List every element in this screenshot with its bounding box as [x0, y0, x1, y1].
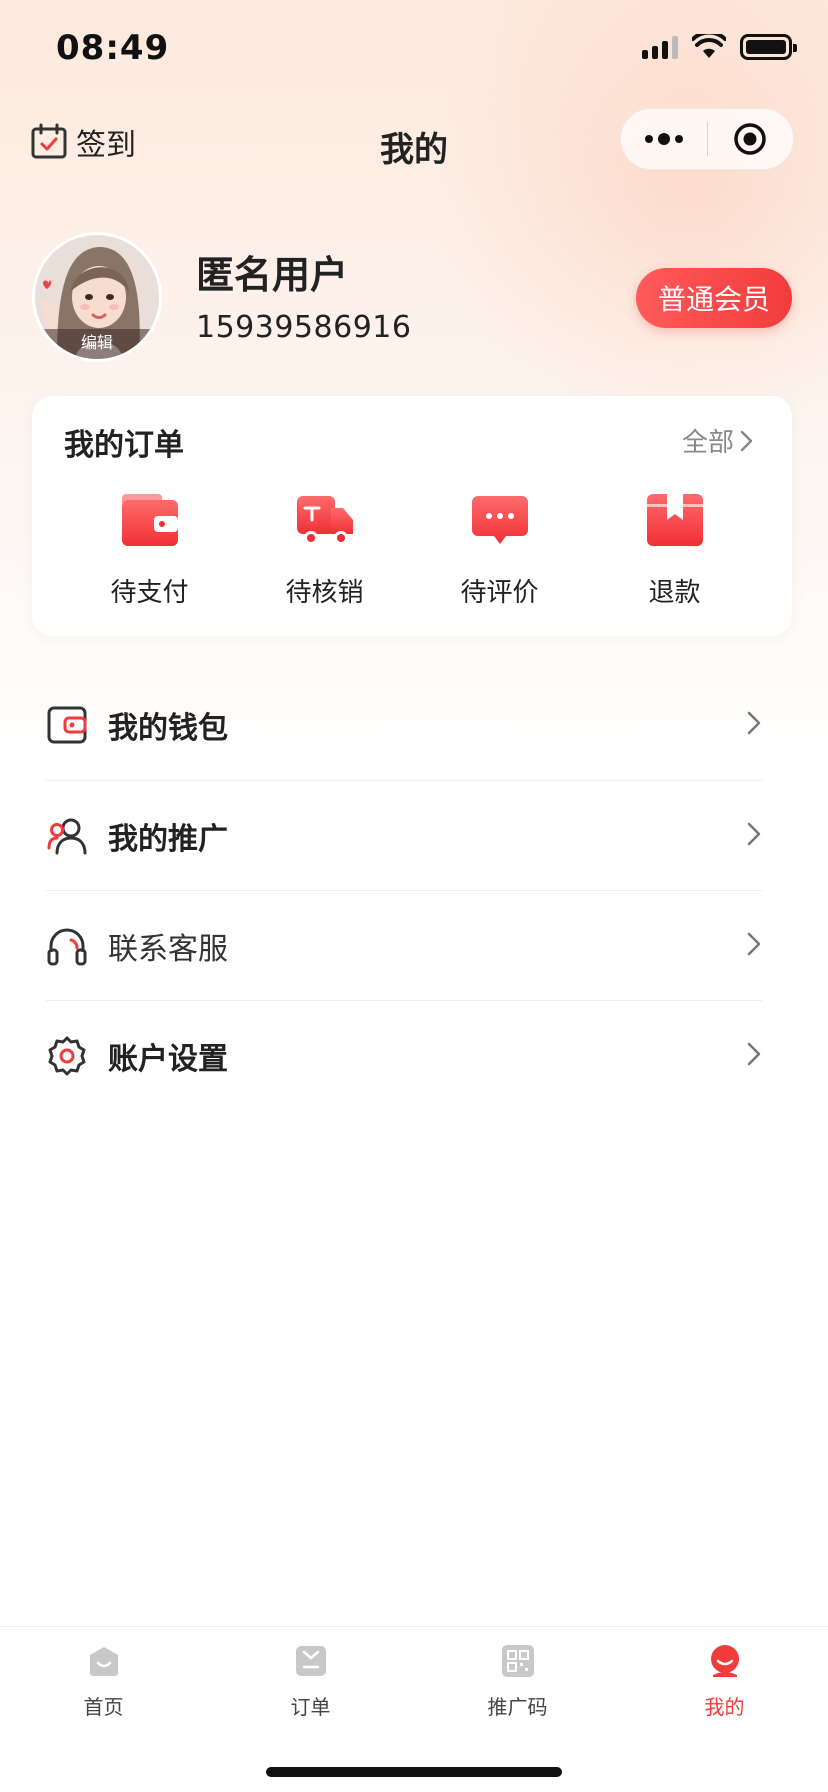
home-indicator [266, 1767, 562, 1777]
settings-gear-icon [48, 1036, 86, 1075]
menu-list: 我的钱包 我的推广 联系客服 账户设置 [46, 670, 762, 1110]
chevron-right-icon [740, 430, 753, 451]
order-status-list: 待支付 待核销 待评价 退款 [32, 488, 792, 618]
tab-home[interactable]: 首页 [0, 1627, 207, 1737]
orders-title: 我的订单 [64, 428, 184, 463]
order-item-label: 待评价 [460, 578, 539, 608]
order-item-label: 待核销 [285, 578, 364, 608]
chat-bubble-icon [471, 496, 528, 544]
more-dots-icon [644, 133, 683, 145]
avatar[interactable]: 编辑 [32, 232, 162, 362]
member-badge[interactable]: 普通会员 [636, 268, 792, 328]
menu-item-account-settings[interactable]: 账户设置 [46, 1000, 762, 1110]
menu-item-wallet[interactable]: 我的钱包 [46, 670, 762, 780]
wallet-outline-icon [47, 706, 87, 744]
menu-item-label: 我的钱包 [108, 711, 228, 746]
avatar-edit-label[interactable]: 编辑 [35, 329, 159, 359]
target-circle-icon [734, 123, 766, 155]
my-orders-card: 我的订单 全部 待支付 待核销 待评价 退款 [32, 396, 792, 636]
chevron-right-icon [747, 932, 761, 956]
user-name: 匿名用户 [196, 253, 349, 297]
order-icon [295, 1646, 326, 1676]
tab-label: 我的 [704, 1695, 745, 1719]
tab-label: 推广码 [487, 1695, 548, 1719]
wifi-icon [692, 34, 726, 58]
status-time: 08:49 [56, 28, 170, 68]
users-icon [47, 818, 87, 854]
box-icon [646, 494, 703, 546]
tab-orders[interactable]: 订单 [207, 1627, 414, 1737]
order-refund[interactable]: 退款 [605, 488, 745, 618]
battery-icon [740, 34, 797, 60]
qr-code-icon [501, 1645, 534, 1677]
menu-item-label: 账户设置 [108, 1041, 228, 1077]
status-bar: 08:49 [0, 0, 828, 100]
chevron-right-icon [747, 1042, 761, 1066]
order-pending-payment[interactable]: 待支付 [80, 488, 220, 618]
wallet-icon [121, 494, 178, 546]
tab-bar: 首页 订单 推广码 我的 [0, 1626, 828, 1792]
tab-label: 订单 [290, 1695, 331, 1719]
profile-icon [710, 1645, 739, 1677]
truck-icon [296, 496, 353, 545]
order-pending-redeem[interactable]: 待核销 [255, 488, 395, 618]
tab-promo-code[interactable]: 推广码 [414, 1627, 621, 1737]
user-phone: 15939586916 [196, 310, 412, 345]
menu-item-customer-service[interactable]: 联系客服 [46, 890, 762, 1000]
order-item-label: 退款 [648, 578, 701, 608]
order-pending-review[interactable]: 待评价 [430, 488, 570, 618]
chevron-right-icon [747, 711, 761, 735]
orders-all-link[interactable]: 全部 [682, 422, 754, 459]
menu-item-label: 我的推广 [108, 821, 228, 857]
tab-label: 首页 [83, 1695, 124, 1719]
profile-page: 08:49 签到 我的 编辑 匿名用户 15939586916 普通会员 我的订… [0, 0, 828, 1792]
chevron-right-icon [747, 822, 761, 846]
menu-item-promotion[interactable]: 我的推广 [46, 780, 762, 890]
close-miniapp-button[interactable] [708, 109, 794, 169]
orders-all-label: 全部 [681, 428, 734, 458]
home-icon [89, 1647, 118, 1676]
nav-bar: 签到 我的 [0, 100, 828, 184]
miniapp-capsule [620, 108, 794, 170]
headset-icon [47, 928, 87, 965]
menu-item-label: 联系客服 [108, 931, 228, 967]
tab-profile[interactable]: 我的 [621, 1627, 828, 1737]
profile-header: 编辑 匿名用户 15939586916 普通会员 [0, 230, 828, 370]
cellular-signal-icon [642, 35, 678, 59]
order-item-label: 待支付 [110, 578, 189, 608]
status-icons [642, 34, 797, 60]
more-button[interactable] [621, 109, 707, 169]
